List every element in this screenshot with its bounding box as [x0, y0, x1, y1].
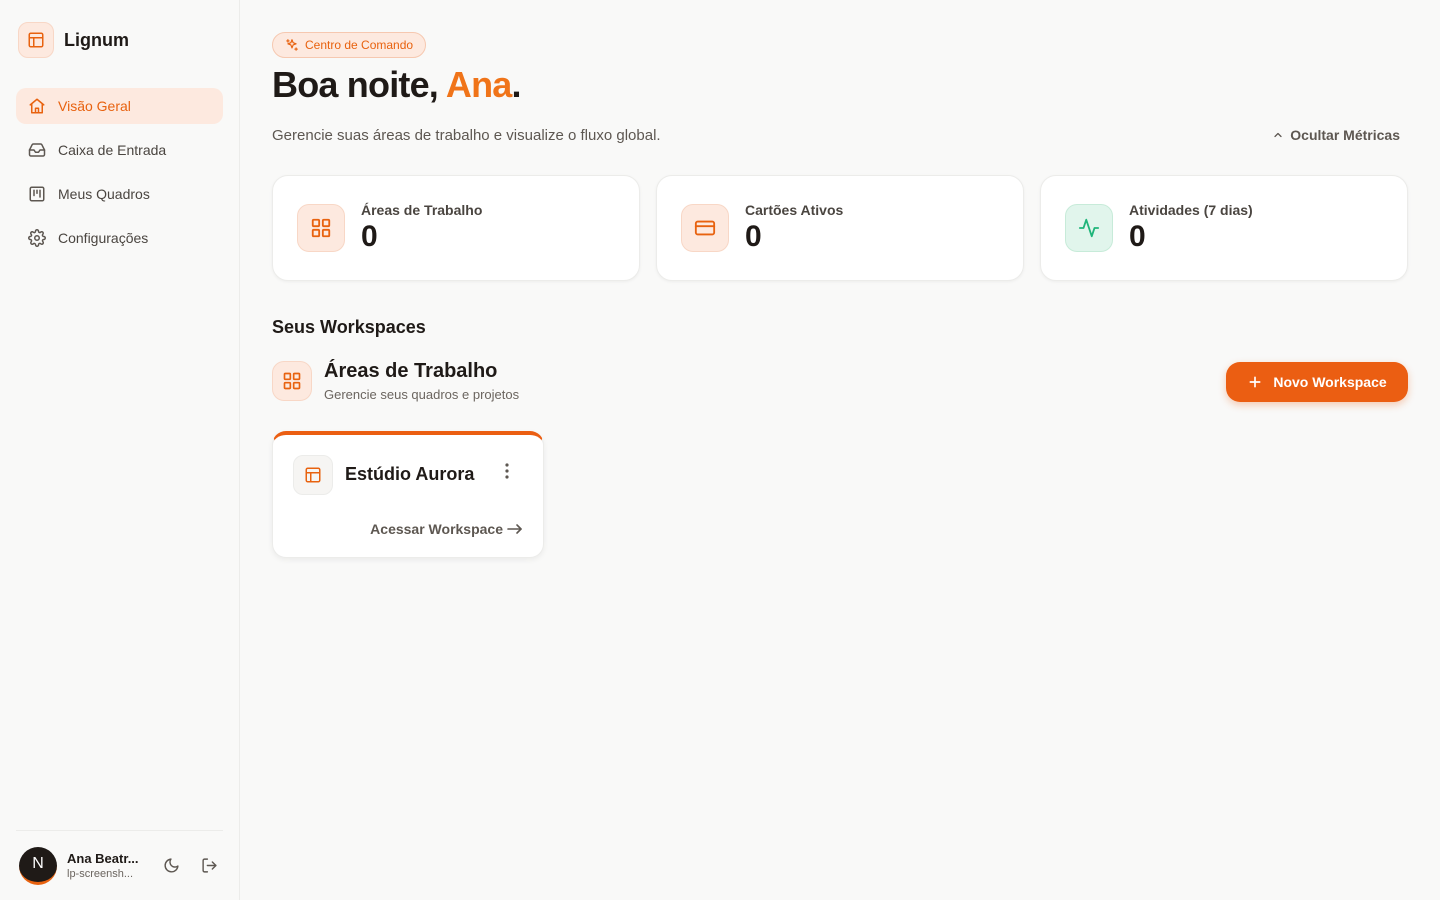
sidebar-item-label: Configurações	[58, 230, 149, 246]
metric-card-active-cards: Cartões Ativos 0	[656, 175, 1024, 281]
user-email: lp-screensh...	[67, 868, 134, 880]
gear-icon	[28, 229, 46, 247]
more-vertical-icon	[505, 463, 509, 479]
workspace-menu-button[interactable]	[499, 461, 515, 481]
metric-value: 0	[745, 220, 762, 253]
inbox-icon	[28, 143, 46, 157]
metric-value: 0	[1129, 220, 1146, 253]
workspaces-section-title: Seus Workspaces	[272, 317, 426, 337]
grid-icon	[272, 361, 312, 401]
brand[interactable]: Lignum	[18, 22, 129, 58]
app-name: Lignum	[64, 29, 129, 50]
sidebar-item-label: Meus Quadros	[58, 186, 150, 202]
layout-icon	[293, 455, 333, 495]
home-icon	[29, 98, 45, 114]
metric-label: Áreas de Trabalho	[361, 202, 483, 218]
open-workspace-label: Acessar Workspace	[370, 521, 503, 537]
greeting-suffix: .	[511, 64, 522, 105]
user-panel: N Ana Beatr... lp-screensh...	[16, 830, 223, 900]
logout-button[interactable]	[195, 852, 223, 880]
greeting-name: Ana	[445, 64, 512, 105]
workspace-group-header: Áreas de Trabalho Gerencie seus quadros …	[272, 360, 519, 402]
grid-icon	[297, 204, 345, 252]
command-center-badge: Centro de Comando	[272, 32, 427, 58]
user-name: Ana Beatr...	[67, 851, 139, 866]
group-subtitle: Gerencie seus quadros e projetos	[324, 387, 520, 402]
page-title: Boa noite, Ana.	[272, 64, 522, 106]
open-workspace-link[interactable]: Acessar Workspace	[370, 521, 523, 537]
moon-icon	[164, 858, 179, 873]
avatar[interactable]: N	[19, 846, 57, 885]
new-workspace-label: Novo Workspace	[1273, 374, 1387, 390]
metric-card-activities: Atividades (7 dias) 0	[1040, 175, 1408, 281]
metric-label: Atividades (7 dias)	[1129, 202, 1253, 218]
sidebar-item-caixa-de-entrada[interactable]: Caixa de Entrada	[16, 132, 223, 168]
sidebar-nav: Visão Geral Caixa de Entrada Meus Quadro…	[16, 88, 223, 264]
new-workspace-button[interactable]: Novo Workspace	[1226, 362, 1408, 402]
metric-label: Cartões Ativos	[745, 202, 844, 218]
sidebar-item-label: Caixa de Entrada	[58, 142, 167, 158]
theme-toggle-button[interactable]	[157, 852, 185, 880]
sidebar-item-label: Visão Geral	[58, 98, 131, 114]
plus-icon	[1249, 376, 1261, 388]
sparkles-icon	[286, 39, 298, 51]
workspace-name: Estúdio Aurora	[345, 464, 475, 484]
logout-icon	[201, 858, 217, 873]
group-title: Áreas de Trabalho	[324, 360, 498, 382]
badge-label: Centro de Comando	[305, 38, 414, 52]
metric-value: 0	[361, 220, 378, 253]
workspace-card[interactable]: Estúdio Aurora Acessar Workspace	[272, 431, 544, 558]
page-subtitle: Gerencie suas áreas de trabalho e visual…	[272, 127, 661, 144]
metrics-row: Áreas de Trabalho 0 Cartões Ativos 0 Ati…	[272, 175, 1408, 281]
arrow-right-icon	[507, 524, 522, 534]
activity-icon	[1065, 204, 1113, 252]
sidebar-item-configuracoes[interactable]: Configurações	[16, 220, 223, 256]
card-icon	[681, 204, 729, 252]
metric-card-workspaces: Áreas de Trabalho 0	[272, 175, 640, 281]
user-info: Ana Beatr... lp-screensh...	[67, 851, 147, 880]
hide-metrics-button[interactable]: Ocultar Métricas	[1272, 127, 1400, 143]
sidebar-item-meus-quadros[interactable]: Meus Quadros	[16, 176, 223, 212]
kanban-icon	[29, 186, 45, 202]
greeting-prefix: Boa noite,	[272, 64, 446, 105]
hide-metrics-label: Ocultar Métricas	[1290, 127, 1400, 143]
sidebar-item-visao-geral[interactable]: Visão Geral	[16, 88, 223, 124]
layout-icon	[18, 22, 54, 58]
chevron-up-icon	[1274, 132, 1282, 138]
sidebar: Lignum Visão Geral Caixa de Entrada Meus…	[0, 0, 240, 900]
